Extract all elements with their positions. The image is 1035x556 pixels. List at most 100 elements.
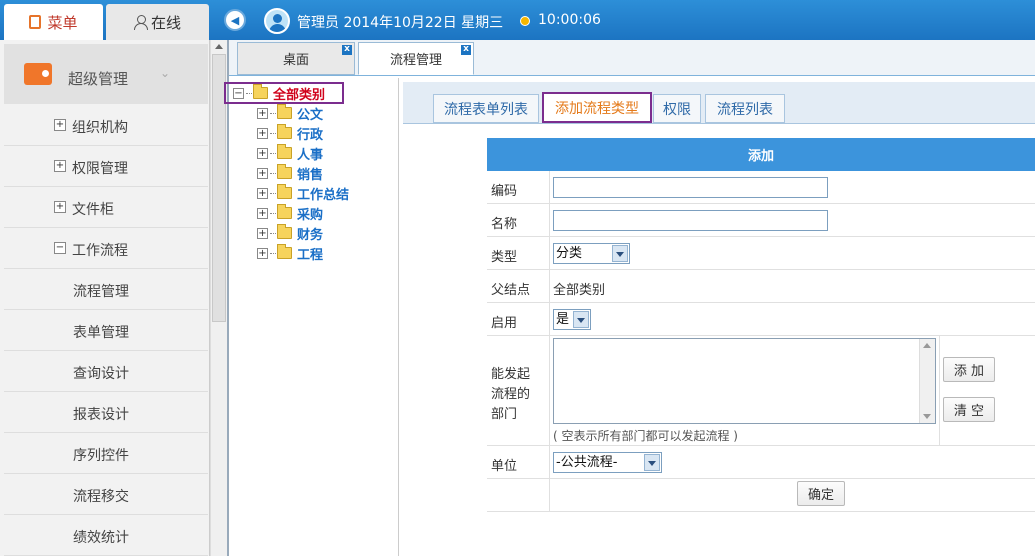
tab-desktop[interactable]: 桌面 x	[237, 42, 355, 75]
type-select[interactable]: 分类	[553, 243, 630, 264]
folder-icon	[253, 84, 268, 99]
tree-node[interactable]: + 财务	[257, 224, 324, 243]
sidebar-subitem-performance[interactable]: 绩效统计	[4, 516, 208, 556]
confirm-button[interactable]: 确定	[797, 481, 845, 506]
expand-icon: +	[54, 160, 66, 172]
name-label: 名称	[491, 217, 518, 232]
type-select-value: 分类	[556, 246, 583, 261]
tree-node[interactable]: + 销售	[257, 164, 323, 183]
tree-node[interactable]: + 公文	[257, 104, 324, 123]
online-tab-label: 在线	[150, 13, 181, 32]
tree-node-label: 行政	[297, 127, 324, 143]
folder-icon	[277, 104, 292, 119]
form-row-submit: 确定	[487, 479, 1035, 512]
form-row-name: 名称	[487, 204, 1035, 237]
tab-add-flow-type[interactable]: 添加流程类型	[542, 92, 652, 123]
tab-permission[interactable]: 权限	[653, 94, 701, 123]
avatar	[264, 8, 290, 34]
sidebar-item-label: 权限管理	[72, 161, 128, 177]
form-title: 添加	[487, 138, 1035, 171]
clock-icon	[520, 16, 530, 26]
unit-select[interactable]: -公共流程-	[553, 452, 662, 473]
enabled-select[interactable]: 是	[553, 309, 591, 330]
folder-icon	[277, 164, 292, 179]
add-department-button[interactable]: 添 加	[943, 357, 995, 382]
tab-flow-form-list[interactable]: 流程表单列表	[433, 94, 539, 123]
tree-node[interactable]: + 采购	[257, 204, 324, 223]
chevron-down-icon	[573, 311, 589, 328]
online-tab[interactable]: 在线	[106, 4, 209, 40]
menu-tab-label: 菜单	[47, 13, 78, 32]
tree-node-label: 工作总结	[297, 187, 350, 203]
tree-node-label: 全部类别	[273, 87, 326, 103]
collapse-icon[interactable]: −	[233, 87, 244, 99]
sidebar-item-label: 工作流程	[72, 243, 128, 259]
expand-icon[interactable]: +	[257, 187, 268, 199]
dept-label-line2: 流程的	[491, 387, 531, 402]
close-icon[interactable]: x	[342, 45, 352, 55]
tree-node-label: 采购	[297, 207, 324, 223]
textarea-scrollbar[interactable]	[919, 339, 935, 423]
type-label: 类型	[491, 250, 518, 265]
code-input[interactable]	[553, 177, 828, 198]
sidebar-subitem-label: 流程管理	[73, 284, 129, 300]
name-input[interactable]	[553, 210, 828, 231]
tree-node-root[interactable]: − 全部类别	[233, 84, 326, 103]
sidebar-item-cabinet[interactable]: + 文件柜	[4, 188, 208, 228]
scroll-up-icon[interactable]	[923, 343, 931, 348]
sidebar-subitem-sequence-control[interactable]: 序列控件	[4, 434, 208, 474]
sidebar-item-label: 组织机构	[72, 120, 128, 136]
tab-flow-list[interactable]: 流程列表	[705, 94, 785, 123]
menu-tab[interactable]: 菜单	[4, 4, 103, 40]
expand-icon[interactable]: +	[257, 147, 268, 159]
folder-icon	[277, 124, 292, 139]
sidebar-subitem-label: 报表设计	[73, 407, 129, 423]
clock-time: 10:00:06	[538, 12, 601, 28]
chevron-down-icon	[612, 245, 628, 262]
sidebar-item-workflow[interactable]: − 工作流程	[4, 229, 208, 269]
folder-icon	[277, 204, 292, 219]
clear-department-button[interactable]: 清 空	[943, 397, 995, 422]
collapse-sidebar-button[interactable]: ◀	[224, 9, 246, 31]
expand-icon[interactable]: +	[257, 207, 268, 219]
tree-node[interactable]: + 工程	[257, 244, 323, 263]
sidebar-item-org[interactable]: + 组织机构	[4, 106, 208, 146]
sidebar-subitem-query-design[interactable]: 查询设计	[4, 352, 208, 392]
form-row-type: 类型 分类	[487, 237, 1035, 270]
tree-node[interactable]: + 人事	[257, 144, 323, 163]
departments-textarea[interactable]	[553, 338, 936, 424]
sidebar-subitem-form-manage[interactable]: 表单管理	[4, 311, 208, 351]
expand-icon[interactable]: +	[257, 127, 268, 139]
close-icon[interactable]: x	[461, 45, 471, 55]
sidebar-subitem-flow-manage[interactable]: 流程管理	[4, 270, 208, 310]
category-tree: − 全部类别 + 公文 + 行政 + 人事 + 销售 + 工作总结 + 采购 +…	[224, 78, 399, 556]
sidebar-subitem-flow-transfer[interactable]: 流程移交	[4, 475, 208, 515]
expand-icon[interactable]: +	[257, 167, 268, 179]
top-bar: 菜单 在线 ◀ 管理员 2014年10月22日 星期三 10:00:06	[0, 0, 1035, 40]
sidebar-scrollbar[interactable]	[210, 40, 227, 556]
tab-flow-manage[interactable]: 流程管理 x	[358, 42, 474, 75]
unit-label: 单位	[491, 459, 518, 474]
parent-label: 父结点	[491, 283, 531, 298]
expand-icon[interactable]: +	[257, 227, 268, 239]
tab-label: 流程表单列表	[444, 101, 528, 118]
folder-icon	[277, 224, 292, 239]
expand-icon[interactable]: +	[257, 247, 268, 259]
tab-label: 桌面	[282, 53, 309, 68]
tree-node[interactable]: + 行政	[257, 124, 324, 143]
sidebar-item-permission[interactable]: + 权限管理	[4, 147, 208, 187]
tree-node-label: 公文	[297, 107, 324, 123]
scroll-down-icon[interactable]	[923, 414, 931, 419]
enabled-select-value: 是	[556, 312, 570, 327]
tab-label: 权限	[663, 101, 691, 118]
tree-node[interactable]: + 工作总结	[257, 184, 350, 203]
tree-node-label: 财务	[297, 227, 324, 243]
sidebar-header[interactable]: 超级管理 ⌄	[4, 44, 208, 104]
parent-value: 全部类别	[553, 283, 606, 298]
scroll-up-icon[interactable]	[215, 44, 223, 49]
page-tab-bar: 桌面 x 流程管理 x	[229, 40, 1035, 76]
sidebar-subitem-report-design[interactable]: 报表设计	[4, 393, 208, 433]
document-icon	[29, 15, 42, 29]
folder-icon	[277, 144, 292, 159]
expand-icon[interactable]: +	[257, 107, 268, 119]
